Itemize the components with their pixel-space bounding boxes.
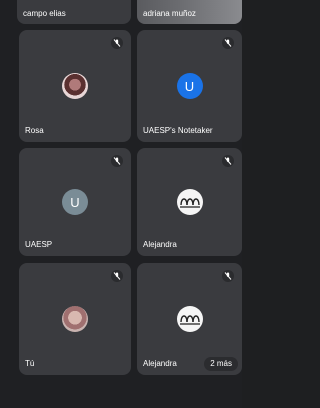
- avatar: [176, 189, 203, 215]
- mic-off-icon: [111, 270, 123, 282]
- participant-name: adriana muñoz: [143, 9, 196, 18]
- avatar: [62, 306, 88, 332]
- participant-name: UAESP: [25, 240, 53, 249]
- participant-name: UAESP's Notetaker: [143, 126, 213, 135]
- more-participants-badge[interactable]: 2 más: [204, 357, 238, 371]
- mic-off-icon: [111, 155, 123, 167]
- participant-tile-rosa[interactable]: Rosa: [19, 30, 131, 142]
- participant-tile-uaesp[interactable]: U UAESP: [19, 148, 131, 256]
- participant-name: campo elias: [23, 9, 66, 18]
- avatar-letter: U: [62, 189, 88, 215]
- avatar-letter: U: [176, 73, 203, 99]
- participant-name: Tú: [25, 359, 35, 368]
- participant-name: Alejandra: [143, 359, 177, 368]
- mic-off-icon: [222, 270, 234, 282]
- mic-off-icon: [222, 37, 234, 49]
- meeting-grid: campo elias adriana muñoz Rosa U UAESP's…: [0, 0, 242, 408]
- participant-tile-adriana-munoz[interactable]: adriana muñoz: [137, 0, 242, 24]
- participant-tile-uaesp-notetaker[interactable]: U UAESP's Notetaker: [137, 30, 242, 142]
- participant-name: Rosa: [25, 126, 44, 135]
- avatar: [176, 306, 203, 332]
- avatar: [62, 73, 88, 99]
- participant-tile-alejandra-2[interactable]: Alejandra 2 más: [137, 263, 242, 375]
- mic-off-icon: [111, 37, 123, 49]
- participant-name: Alejandra: [143, 240, 177, 249]
- participant-tile-tu[interactable]: Tú: [19, 263, 131, 375]
- participant-tile-alejandra[interactable]: Alejandra: [137, 148, 242, 256]
- mic-off-icon: [222, 155, 234, 167]
- participant-tile-campo-elias[interactable]: campo elias: [17, 0, 131, 24]
